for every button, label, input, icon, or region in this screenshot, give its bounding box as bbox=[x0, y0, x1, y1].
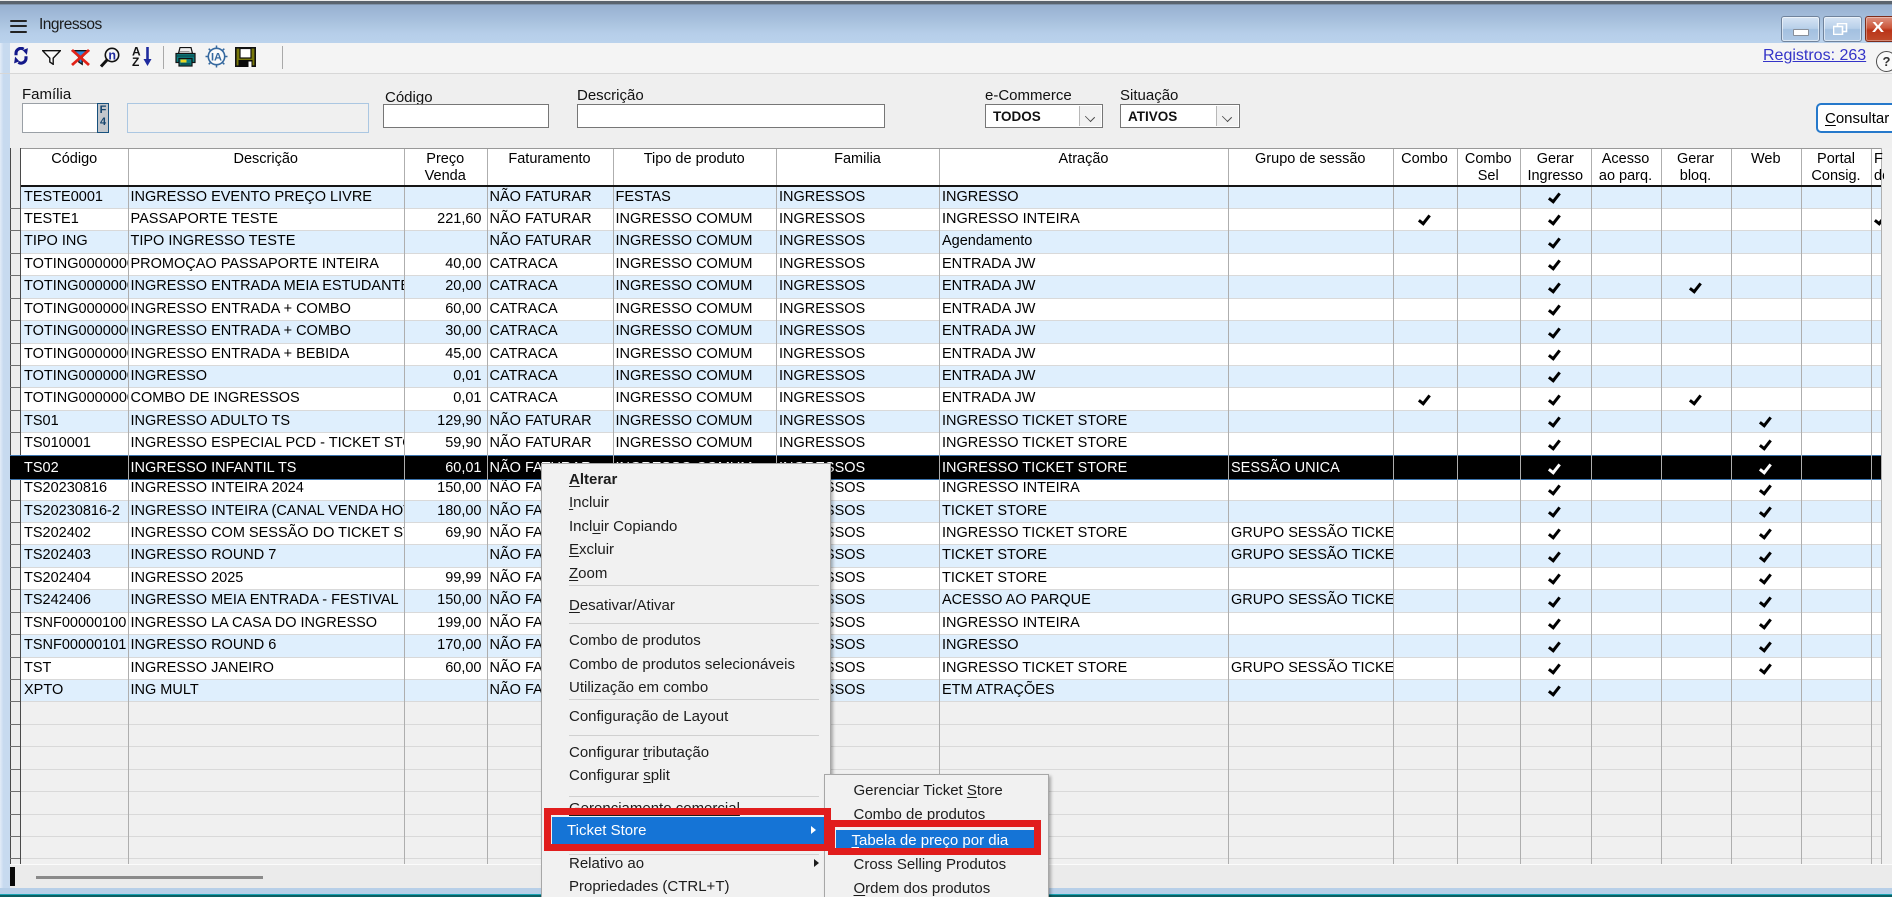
svg-text:IA: IA bbox=[211, 52, 222, 64]
svg-text:n: n bbox=[108, 49, 116, 63]
svg-text:Z: Z bbox=[132, 55, 139, 67]
